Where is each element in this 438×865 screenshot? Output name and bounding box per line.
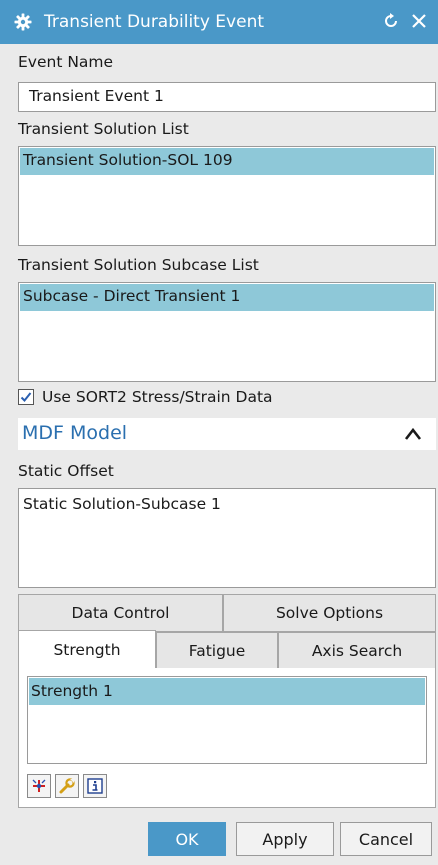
- strength-list[interactable]: Strength 1: [27, 676, 427, 764]
- wrench-icon[interactable]: [55, 774, 79, 798]
- strength-tab-panel: Strength 1: [18, 668, 436, 808]
- check-icon: [20, 392, 32, 402]
- solution-list-label: Transient Solution List: [18, 120, 189, 138]
- sort2-checkbox[interactable]: [18, 389, 34, 405]
- list-item[interactable]: Strength 1: [29, 678, 425, 705]
- event-name-field[interactable]: Transient Event 1: [18, 82, 436, 112]
- static-offset-label: Static Offset: [18, 462, 114, 480]
- new-icon[interactable]: [27, 774, 51, 798]
- chevron-up-icon[interactable]: [404, 426, 422, 442]
- solution-list[interactable]: Transient Solution-SOL 109: [18, 146, 436, 246]
- tab-solve-options[interactable]: Solve Options: [223, 594, 436, 632]
- tab-strength[interactable]: Strength: [18, 630, 156, 668]
- reset-icon[interactable]: [380, 10, 402, 32]
- tab-fatigue[interactable]: Fatigue: [156, 632, 278, 670]
- sort2-checkbox-label: Use SORT2 Stress/Strain Data: [42, 388, 273, 406]
- subcase-list-label: Transient Solution Subcase List: [18, 256, 259, 274]
- apply-button[interactable]: Apply: [236, 822, 334, 856]
- ok-button[interactable]: OK: [148, 822, 226, 856]
- tab-axis-search[interactable]: Axis Search: [278, 632, 436, 670]
- dialog-title: Transient Durability Event: [44, 12, 265, 32]
- sort2-checkbox-row[interactable]: Use SORT2 Stress/Strain Data: [18, 388, 273, 406]
- event-name-label: Event Name: [18, 53, 114, 71]
- cancel-button[interactable]: Cancel: [340, 822, 432, 856]
- close-icon[interactable]: [408, 9, 430, 33]
- mdf-model-section-header[interactable]: MDF Model: [18, 418, 436, 450]
- list-item[interactable]: Subcase - Direct Transient 1: [20, 284, 434, 311]
- section-title: MDF Model: [22, 422, 128, 444]
- list-item[interactable]: Static Solution-Subcase 1: [23, 495, 221, 513]
- dialog-titlebar: Transient Durability Event: [0, 0, 438, 44]
- tab-data-control[interactable]: Data Control: [18, 594, 223, 632]
- static-offset-list[interactable]: Static Solution-Subcase 1: [18, 488, 436, 588]
- subcase-list[interactable]: Subcase - Direct Transient 1: [18, 282, 436, 382]
- list-item[interactable]: Transient Solution-SOL 109: [20, 148, 434, 175]
- info-icon[interactable]: [83, 774, 107, 798]
- gear-icon: [12, 11, 34, 33]
